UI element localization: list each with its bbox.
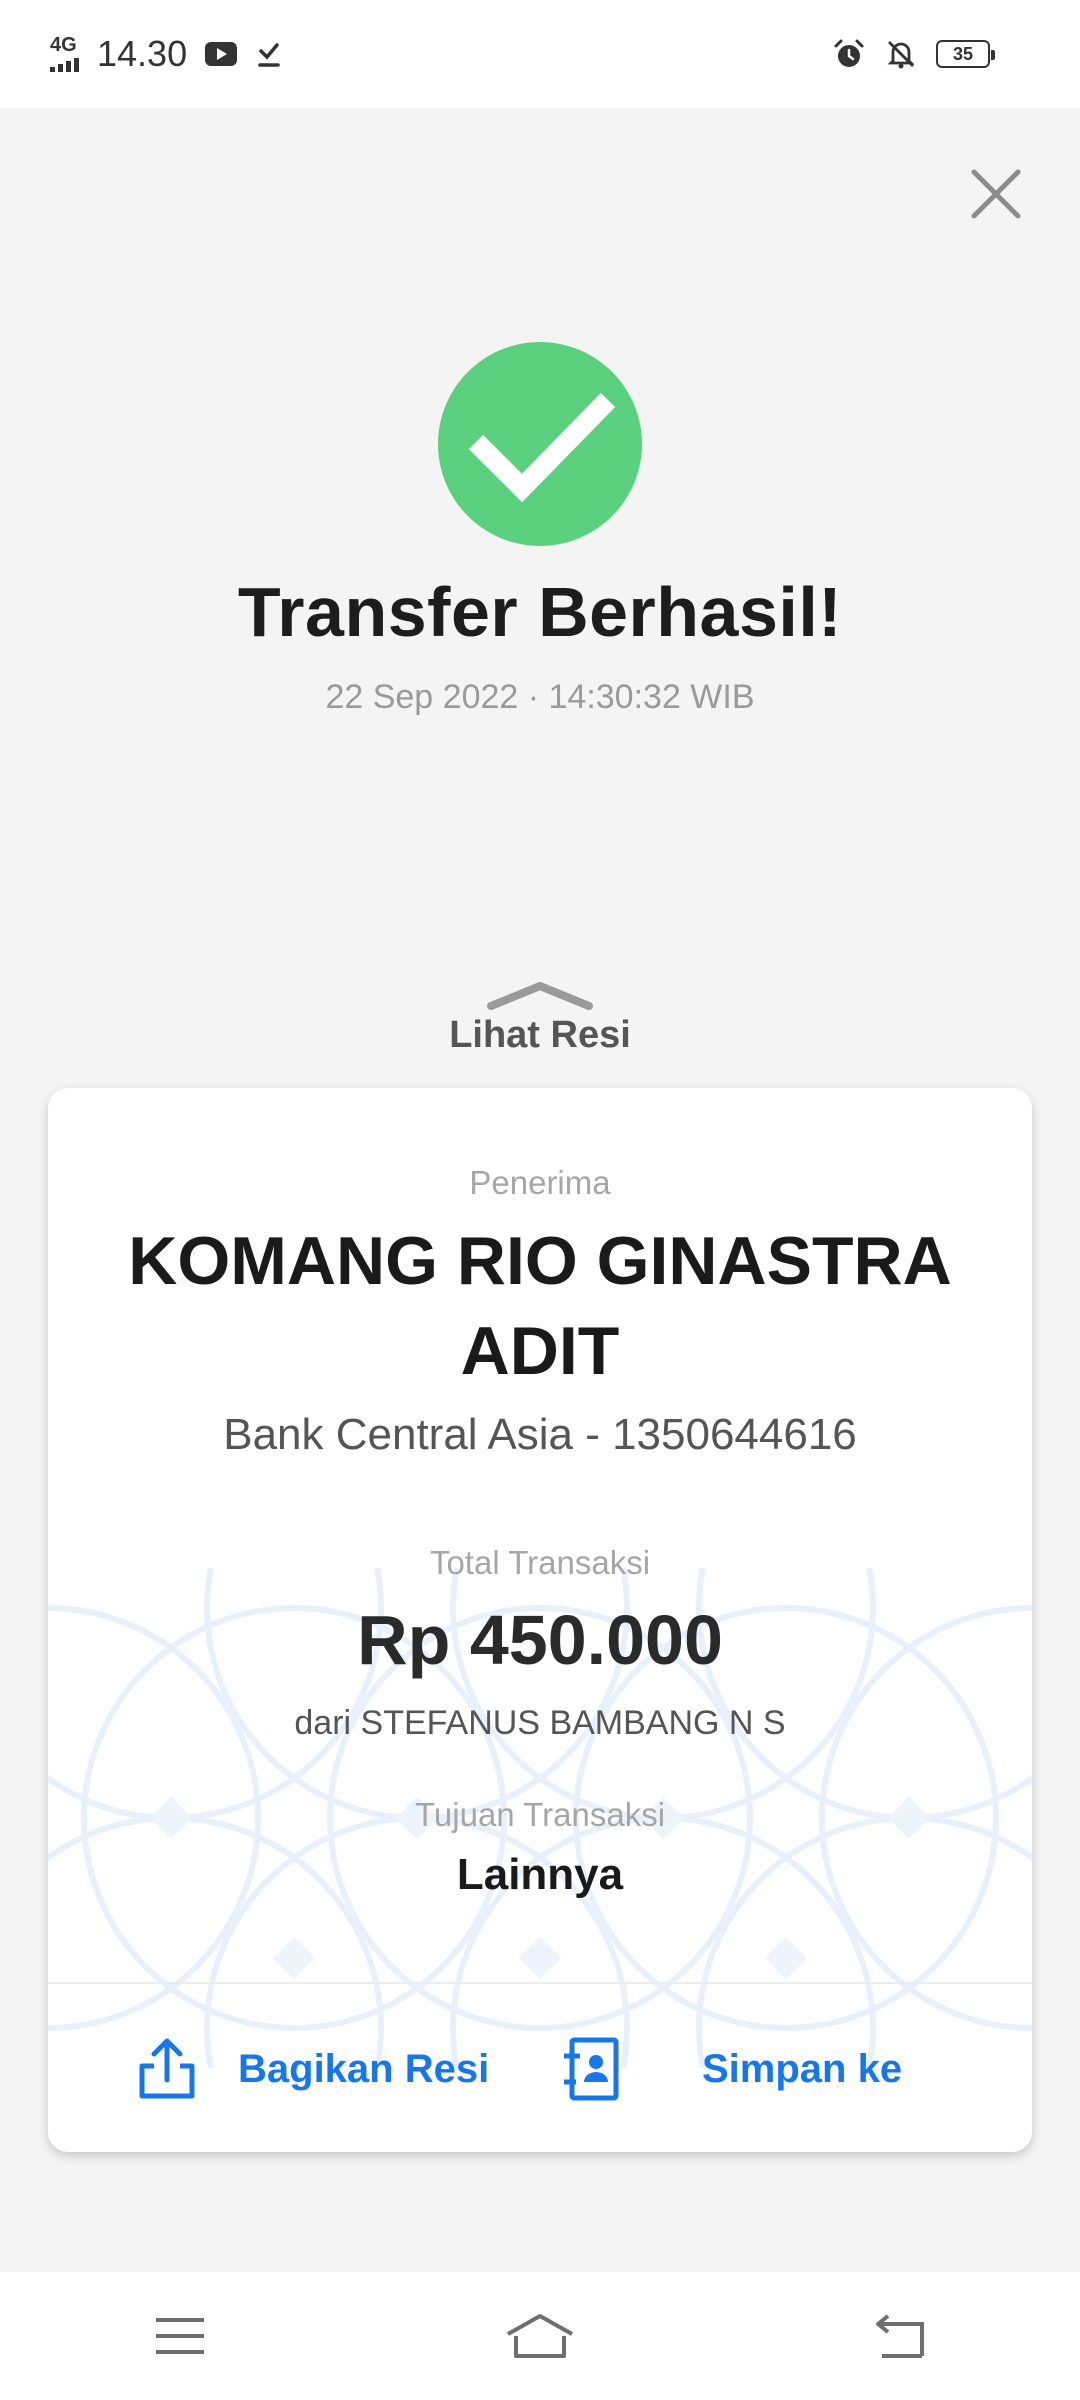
success-badge xyxy=(438,342,642,546)
home-button[interactable] xyxy=(500,2306,580,2366)
youtube-icon xyxy=(205,42,238,66)
status-time: 14.30 xyxy=(97,33,188,74)
back-icon xyxy=(876,2314,924,2358)
back-button[interactable] xyxy=(860,2306,940,2366)
menu-icon xyxy=(156,2318,204,2354)
save-to-label: Simpan ke xyxy=(702,2046,903,2091)
purpose-label: Tujuan Transaksi xyxy=(414,1796,666,1833)
view-receipt-toggle[interactable]: Lihat Resi xyxy=(400,976,680,1066)
receipt-card: Penerima KOMANG RIO GINASTRA ADIT Bank C… xyxy=(48,1088,1032,2152)
transaction-datetime: 22 Sep 2022 · 14:30:32 WIB xyxy=(325,678,755,716)
status-right: 35 xyxy=(832,37,995,71)
status-left: 4G 14.30 xyxy=(50,33,283,75)
system-navigation-bar xyxy=(0,2272,1080,2400)
home-icon xyxy=(507,2314,573,2358)
signal-indicator: 4G xyxy=(50,34,79,72)
battery-level: 35 xyxy=(952,43,974,64)
menu-button[interactable] xyxy=(140,2306,220,2366)
status-bar: 4G 14.30 35 xyxy=(0,0,1080,108)
bell-off-icon xyxy=(887,41,915,69)
close-icon xyxy=(971,169,1021,219)
recipient-name: KOMANG RIO GINASTRA ADIT xyxy=(128,1223,952,1389)
transfer-success-screen: 4G 14.30 35 Transfer Berhasil! 22 Sep 20… xyxy=(0,0,1080,2400)
view-receipt-label: Lihat Resi xyxy=(449,1014,631,1056)
total-label: Total Transaksi xyxy=(429,1544,651,1581)
card-divider xyxy=(48,1982,1032,1984)
signal-bars-icon xyxy=(50,56,79,72)
checkmark-icon xyxy=(468,393,616,503)
share-receipt-label: Bagikan Resi xyxy=(238,2046,490,2091)
chevron-up-icon xyxy=(487,982,593,1010)
battery-indicator: 35 xyxy=(936,40,995,68)
recipient-label: Penerima xyxy=(469,1164,611,1201)
recipient-bank-account: Bank Central Asia - 1350644616 xyxy=(223,1410,857,1459)
close-button[interactable] xyxy=(966,164,1026,224)
share-receipt-button[interactable]: Bagikan Resi xyxy=(136,2028,489,2110)
sender-name: dari STEFANUS BAMBANG N S xyxy=(294,1704,786,1742)
alarm-icon xyxy=(834,39,864,67)
download-complete-icon xyxy=(258,43,280,67)
save-to-button[interactable]: Simpan ke xyxy=(560,2028,902,2110)
network-type: 4G xyxy=(50,34,77,56)
share-upload-icon xyxy=(139,2038,195,2099)
contact-card-add-icon xyxy=(564,2037,619,2101)
transaction-amount: Rp 450.000 xyxy=(357,1601,723,1679)
transaction-purpose: Lainnya xyxy=(456,1850,624,1899)
page-title: Transfer Berhasil! xyxy=(237,573,843,651)
